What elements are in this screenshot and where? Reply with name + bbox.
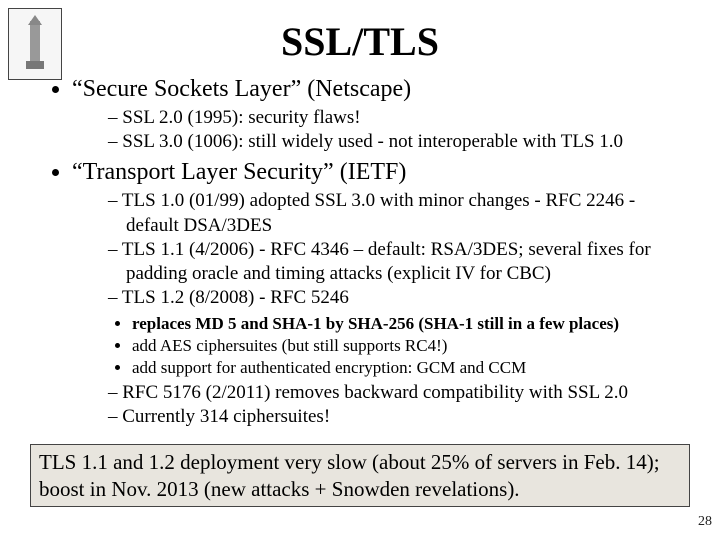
b2-sub2-0: RFC 5176 (2/2011) removes backward compa… (108, 381, 690, 405)
b2-subsub-2: add support for authenticated encryption… (132, 357, 690, 379)
bullet-1-sublist: SSL 2.0 (1995): security flaws! SSL 3.0 … (72, 106, 690, 155)
b2-subsub-0: replaces MD 5 and SHA-1 by SHA-256 (SHA-… (132, 313, 690, 335)
b2-sub-2: TLS 1.2 (8/2008) - RFC 5246 (108, 286, 690, 310)
highlight-box: TLS 1.1 and 1.2 deployment very slow (ab… (30, 444, 690, 508)
bullet-2-subsublist: replaces MD 5 and SHA-1 by SHA-256 (SHA-… (72, 313, 690, 379)
bullet-1: “Secure Sockets Layer” (Netscape) SSL 2.… (72, 75, 690, 154)
page-number: 28 (698, 514, 712, 530)
b2-sub-0: TLS 1.0 (01/99) adopted SSL 3.0 with min… (108, 189, 690, 238)
bullet-list: “Secure Sockets Layer” (Netscape) SSL 2.… (30, 75, 690, 430)
slide-title: SSL/TLS (30, 18, 690, 65)
b1-sub-0: SSL 2.0 (1995): security flaws! (108, 106, 690, 130)
bullet-2-sublist-a: TLS 1.0 (01/99) adopted SSL 3.0 with min… (72, 189, 690, 311)
b2-sub-1: TLS 1.1 (4/2006) - RFC 4346 – default: R… (108, 238, 690, 287)
slide: SSL/TLS “Secure Sockets Layer” (Netscape… (0, 0, 720, 540)
bullet-2: “Transport Layer Security” (IETF) TLS 1.… (72, 158, 690, 429)
institution-logo (8, 8, 62, 80)
b2-subsub-1: add AES ciphersuites (but still supports… (132, 335, 690, 357)
b1-sub-1: SSL 3.0 (1006): still widely used - not … (108, 130, 690, 154)
bullet-1-text: “Secure Sockets Layer” (Netscape) (72, 76, 411, 102)
bullet-2-text: “Transport Layer Security” (IETF) (72, 159, 406, 185)
b2-sub2-1: Currently 314 ciphersuites! (108, 405, 690, 429)
bullet-2-sublist-b: RFC 5176 (2/2011) removes backward compa… (72, 381, 690, 430)
